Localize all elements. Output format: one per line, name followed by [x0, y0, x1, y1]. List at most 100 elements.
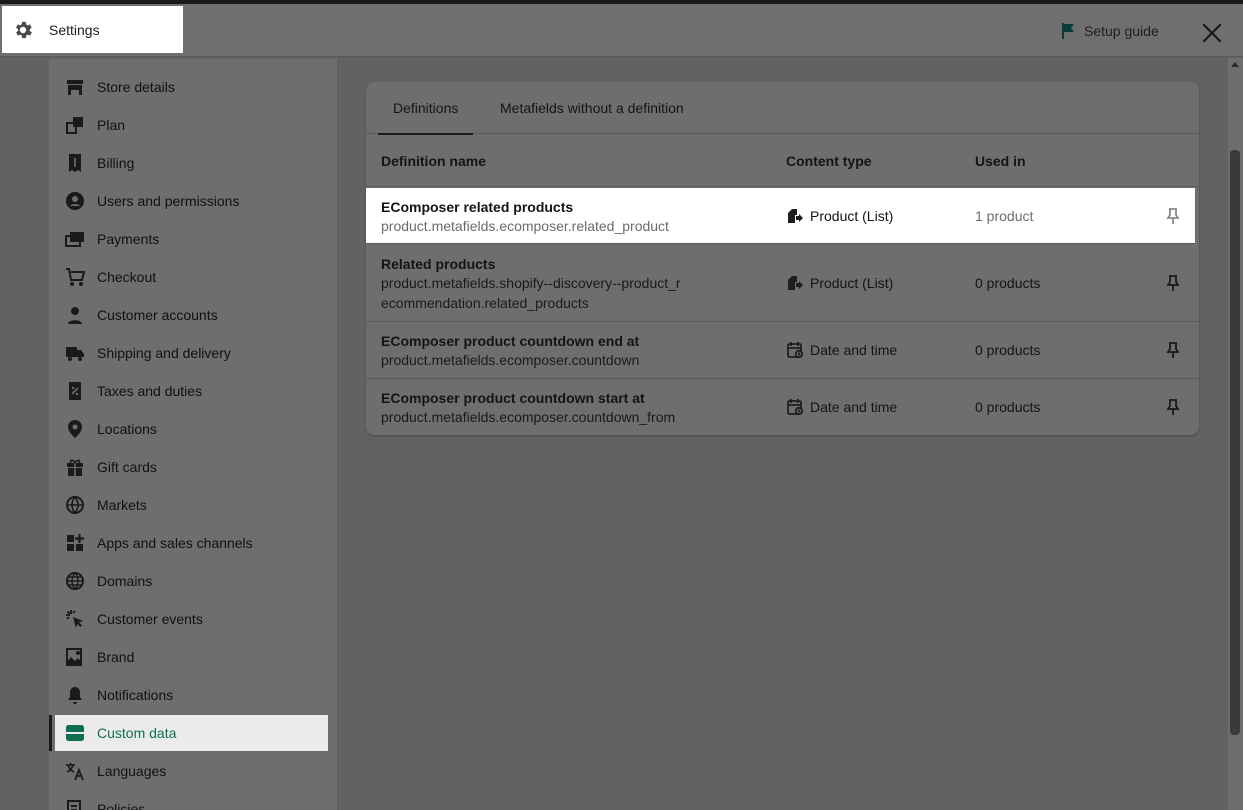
- pin-icon[interactable]: [1165, 207, 1181, 225]
- gift-icon: [65, 457, 85, 477]
- product-list-icon: [788, 276, 803, 290]
- flag-icon: [1062, 23, 1074, 39]
- sidebar-item-languages[interactable]: Languages: [49, 753, 329, 789]
- sidebar-item-label: Gift cards: [97, 459, 157, 475]
- used-in-count: 0 products: [975, 399, 1041, 415]
- translate-icon: [65, 761, 85, 781]
- billing-icon: [65, 153, 85, 173]
- cart-icon: [65, 267, 85, 287]
- tab-definitions[interactable]: Definitions: [378, 82, 474, 135]
- definition-key: product.metafields.ecomposer.related_pro…: [381, 218, 669, 234]
- sidebar-item-label: Customer accounts: [97, 307, 218, 323]
- sidebar-item-label: Domains: [97, 573, 153, 589]
- sidebar-item-checkout[interactable]: Checkout: [49, 259, 329, 295]
- apps-icon: [65, 533, 85, 553]
- globe-icon: [65, 495, 85, 515]
- sidebar-item-label: Checkout: [97, 269, 157, 285]
- sidebar-item-policies[interactable]: Policies: [49, 791, 329, 810]
- store-icon: [65, 77, 85, 97]
- setup-guide-button[interactable]: Setup guide: [1060, 22, 1159, 40]
- sidebar-item-payments[interactable]: Payments: [49, 221, 329, 257]
- receipt-icon: [65, 381, 85, 401]
- sidebar-item-notifications[interactable]: Notifications: [49, 677, 329, 713]
- sidebar-item-domains[interactable]: Domains: [49, 563, 329, 599]
- truck-icon: [65, 343, 85, 363]
- sidebar-item-custom-data[interactable]: Custom data: [49, 715, 328, 751]
- column-header-content-type: Content type: [786, 153, 872, 169]
- table-row[interactable]: EComposer related products product.metaf…: [366, 188, 1195, 244]
- product-list-icon: [788, 209, 803, 223]
- sidebar-item-label: Custom data: [97, 725, 177, 741]
- sidebar-item-customer-accounts[interactable]: Customer accounts: [49, 297, 329, 333]
- definition-name: EComposer product countdown end at: [381, 333, 640, 349]
- sidebar-item-locations[interactable]: Locations: [49, 411, 329, 447]
- table-row[interactable]: Related products product.metafields.shop…: [366, 245, 1199, 322]
- bell-icon: [65, 685, 85, 705]
- settings-sidebar: Store details Plan Billing Users and permis…: [49, 59, 338, 810]
- page-title: Settings: [49, 21, 100, 38]
- cursor-click-icon: [65, 609, 85, 629]
- sidebar-item-label: Apps and sales channels: [97, 535, 253, 551]
- sidebar-item-label: Customer events: [97, 611, 203, 627]
- content-type: Date and time: [786, 398, 897, 416]
- pin-icon[interactable]: [1165, 341, 1181, 359]
- definition-key: product.metafields.shopify--discovery--p…: [381, 275, 681, 311]
- sidebar-item-apps-and-sales-channels[interactable]: Apps and sales channels: [49, 525, 329, 561]
- person-icon: [65, 305, 85, 325]
- sidebar-item-brand[interactable]: Brand: [49, 639, 329, 675]
- definitions-card: Definitions Metafields without a definit…: [366, 82, 1199, 435]
- calendar-clock-icon: [787, 342, 804, 359]
- scrollbar-thumb[interactable]: [1230, 150, 1240, 735]
- sidebar-item-customer-events[interactable]: Customer events: [49, 601, 329, 637]
- content-type: Date and time: [786, 341, 897, 359]
- sidebar-item-label: Plan: [97, 117, 126, 133]
- close-icon[interactable]: [1200, 21, 1224, 45]
- sidebar-item-billing[interactable]: Billing: [49, 145, 329, 181]
- tab-metafields-without-definition[interactable]: Metafields without a definition: [500, 82, 684, 134]
- sidebar-item-plan[interactable]: Plan: [49, 107, 329, 143]
- used-in-count: 0 products: [975, 342, 1041, 358]
- table-header: Definition name Content type Used in: [366, 135, 1199, 187]
- sidebar-item-label: Brand: [97, 649, 135, 665]
- setup-guide-label: Setup guide: [1084, 23, 1159, 39]
- content-type: Product (List): [786, 274, 893, 292]
- sidebar-item-label: Store details: [97, 79, 175, 95]
- calendar-clock-icon: [787, 399, 804, 416]
- sidebar-item-gift-cards[interactable]: Gift cards: [49, 449, 329, 485]
- table-row[interactable]: EComposer product countdown end at produ…: [366, 322, 1199, 379]
- sidebar-item-label: Policies: [97, 801, 146, 810]
- content-type-label: Product (List): [810, 208, 894, 224]
- definition-name: EComposer product countdown start at: [381, 390, 645, 406]
- sidebar-item-taxes-and-duties[interactable]: Taxes and duties: [49, 373, 329, 409]
- user-icon: [65, 191, 85, 211]
- sidebar-item-users-and-permissions[interactable]: Users and permissions: [49, 183, 329, 219]
- sidebar-item-label: Locations: [97, 421, 157, 437]
- sidebar-item-markets[interactable]: Markets: [49, 487, 329, 523]
- definition-key: product.metafields.ecomposer.countdown: [381, 352, 640, 368]
- settings-title: Settings: [2, 6, 183, 53]
- column-header-definition-name: Definition name: [381, 153, 487, 169]
- brand-image-icon: [65, 647, 85, 667]
- scroll-up-arrow-icon[interactable]: [1231, 62, 1239, 67]
- sidebar-item-store-details[interactable]: Store details: [49, 69, 329, 105]
- table-row[interactable]: EComposer product countdown start at pro…: [366, 379, 1199, 435]
- gear-icon: [16, 21, 32, 38]
- sidebar-item-label: Notifications: [97, 687, 174, 703]
- used-in-count: 0 products: [975, 275, 1041, 291]
- sidebar-item-label: Users and permissions: [97, 193, 240, 209]
- pin-icon[interactable]: [1165, 274, 1181, 292]
- definition-key: product.metafields.ecomposer.countdown_f…: [381, 409, 676, 425]
- sidebar-item-shipping-and-delivery[interactable]: Shipping and delivery: [49, 335, 329, 371]
- used-in-count: 1 product: [975, 208, 1034, 224]
- content-type: Product (List): [786, 207, 893, 225]
- definition-name: Related products: [381, 256, 496, 272]
- content-type-label: Date and time: [810, 399, 898, 415]
- custom-data-icon: [65, 723, 85, 743]
- top-bar: Settings Setup guide: [0, 0, 1243, 57]
- tab-label: Definitions: [393, 100, 459, 116]
- definition-name: EComposer related products: [381, 199, 574, 215]
- pin-icon[interactable]: [1165, 398, 1181, 416]
- column-header-used-in: Used in: [975, 153, 1026, 169]
- sidebar-item-label: Shipping and delivery: [97, 345, 231, 361]
- sidebar-item-label: Taxes and duties: [97, 383, 203, 399]
